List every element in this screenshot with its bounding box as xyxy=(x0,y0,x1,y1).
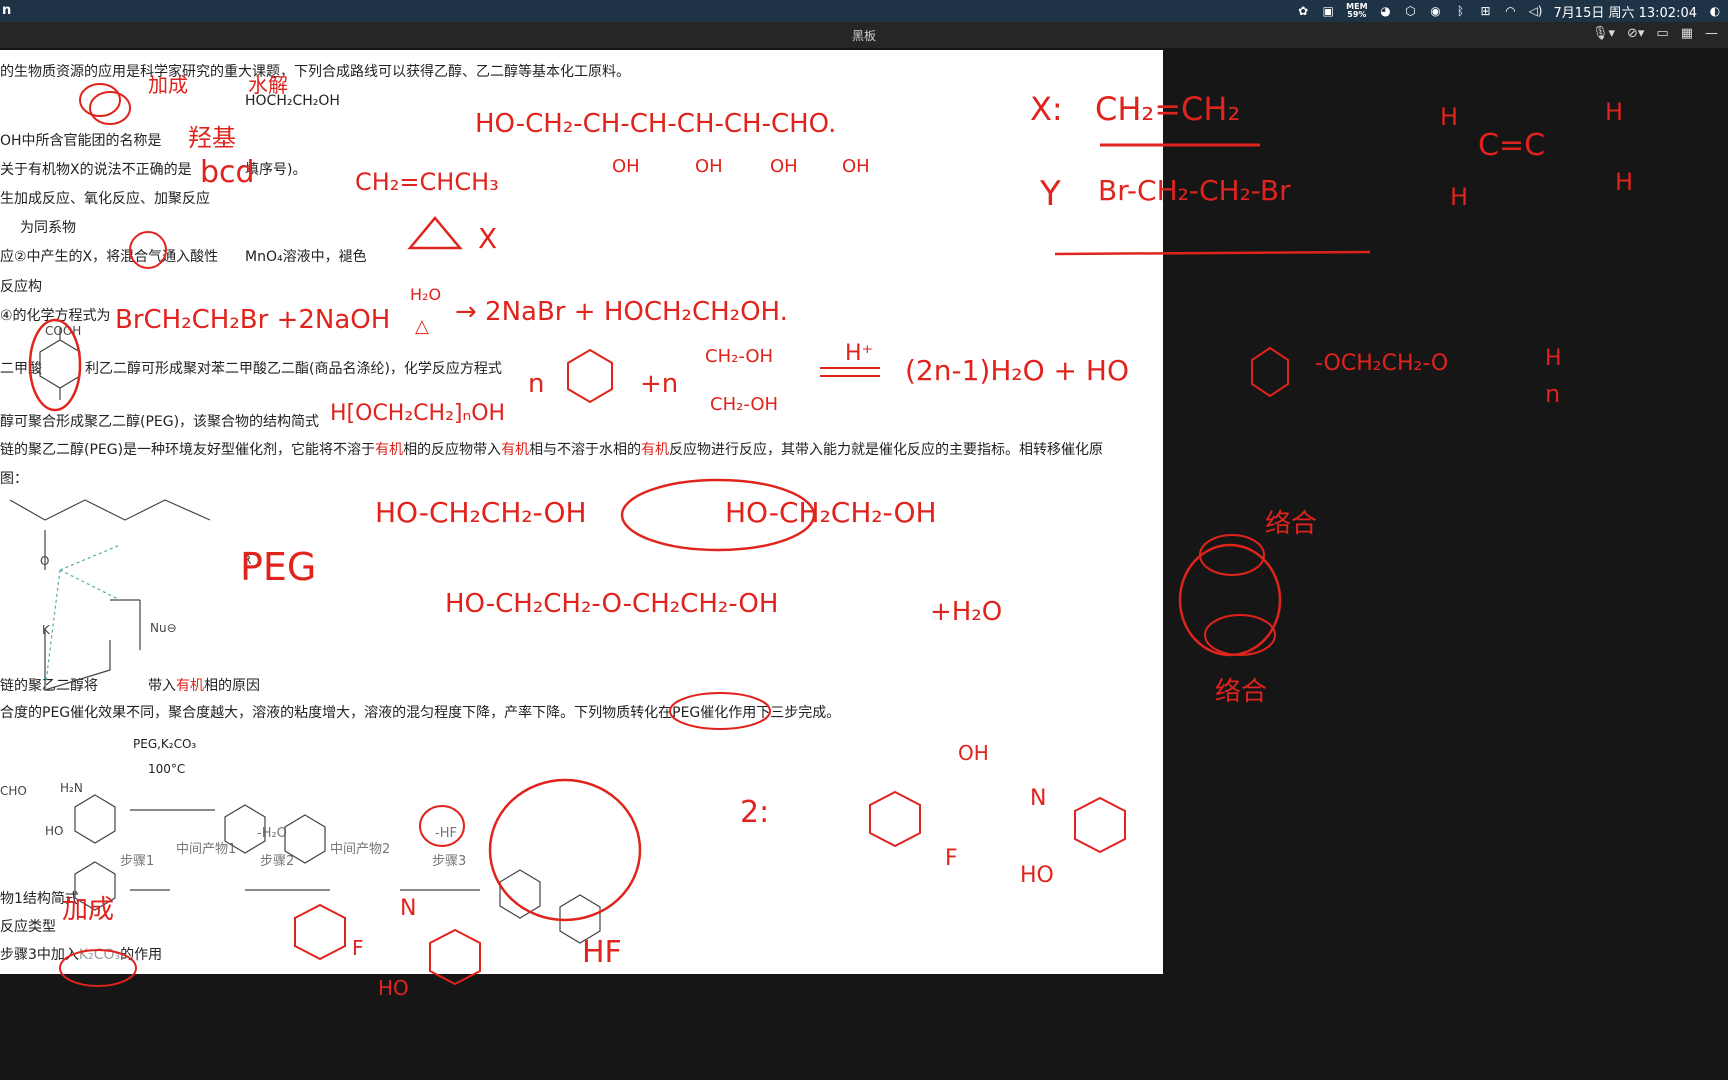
annotation-circle-option xyxy=(129,231,167,269)
annotation-h-end: H xyxy=(1545,346,1562,371)
annotation-n-subscript: n xyxy=(1545,380,1560,408)
annotation-ethylene-structure: C=C xyxy=(1478,128,1545,163)
annotation-water-condition: H₂O xyxy=(410,285,441,304)
annotation-ho-2: HO xyxy=(378,976,409,1000)
annotation-hydroxyl: 羟基 xyxy=(188,124,236,152)
annotation-ethylene: CH₂=CH₂ xyxy=(1095,90,1240,128)
annotation-glycol-2: HO-CH₂CH₂-OH xyxy=(725,496,937,529)
annotation-n-2: N xyxy=(400,896,416,921)
annotation-n-1: N xyxy=(1030,786,1046,811)
annotation-divider xyxy=(1054,250,1371,256)
annotation-benzene-ring xyxy=(567,348,613,404)
annotation-oh-top: OH xyxy=(958,741,989,765)
annotation-addition-type: 加成 xyxy=(62,895,114,925)
annotation-hydrolysis: 水解 xyxy=(248,73,288,97)
annotation-h-br: H xyxy=(1615,168,1633,196)
annotation-plus-water: +H₂O xyxy=(930,597,1002,627)
annotation-two: 2: xyxy=(740,795,769,830)
annotation-peg: PEG xyxy=(240,545,316,589)
annotation-circle-peg xyxy=(669,692,771,730)
annotation-f-2: F xyxy=(352,936,364,960)
annotation-complex-ring xyxy=(1178,543,1282,657)
annotation-oh-2: OH xyxy=(695,156,723,177)
annotation-circle-x xyxy=(89,91,131,125)
annotation-dibromoethane: Br-CH₂-CH₂-Br xyxy=(1098,174,1291,207)
annotation-equation-right: → 2NaBr + HOCH₂CH₂OH. xyxy=(455,297,788,327)
annotation-imine-ring-right xyxy=(429,928,481,986)
annotation-polyester-left: (2n-1)H₂O + HO xyxy=(905,354,1129,387)
annotation-diethylene-glycol: HO-CH₂CH₂-O-CH₂CH₂-OH xyxy=(445,589,778,619)
annotation-ch2oh-2: CH₂-OH xyxy=(710,394,778,415)
annotation-plus-n: +n xyxy=(640,369,678,399)
annotation-peg-formula: H[OCH₂CH₂]ₙOH xyxy=(330,401,505,426)
annotation-ho-1: HO xyxy=(1020,863,1054,888)
annotation-x-label: X: xyxy=(1030,90,1063,128)
annotation-n: n xyxy=(528,369,544,399)
annotation-y-label: Y xyxy=(1039,174,1061,214)
annotation-oh-3: OH xyxy=(770,156,798,177)
annotation-circle-hf xyxy=(419,805,465,847)
annotation-complex-2: 络合 xyxy=(1215,677,1267,707)
annotation-oh-4: OH xyxy=(842,156,870,177)
annotation-complex-bottom xyxy=(1204,614,1276,656)
annotation-acid-catalyst: H⁺ xyxy=(845,341,873,366)
annotation-h-tr: H xyxy=(1605,98,1623,126)
annotation-complex-1: 络合 xyxy=(1265,509,1317,539)
annotation-layer: 加成 水解 羟基 bcd HO-CH₂-CH-CH-CH-CH-CHO. OH … xyxy=(28,73,1633,1000)
annotation-answer-bcd: bcd xyxy=(200,155,255,190)
annotation-ch2oh-1: CH₂-OH xyxy=(705,346,773,367)
annotation-triangle xyxy=(407,216,463,250)
annotation-equation-left: BrCH₂CH₂Br +2NaOH xyxy=(115,305,390,335)
annotation-oh-1: OH xyxy=(612,156,640,177)
annotation-circle-terephthalic xyxy=(28,318,82,412)
annotation-hf: HF xyxy=(582,935,622,970)
annotation-f-1: F xyxy=(945,846,958,871)
annotation-polyester-ring xyxy=(1251,346,1289,398)
annotation-intermediate-ring-left xyxy=(869,790,921,848)
annotation-circle-k2co3 xyxy=(59,949,137,987)
annotation-heat: △ xyxy=(415,316,429,337)
annotation-h-tl: H xyxy=(1440,103,1458,131)
annotation-glucose-chain: HO-CH₂-CH-CH-CH-CH-CHO. xyxy=(475,109,836,139)
annotation-intermediate-ring-right xyxy=(1074,796,1126,854)
annotation-addition: 加成 xyxy=(148,73,188,97)
annotation-h-bl: H xyxy=(1450,183,1468,211)
annotation-imine-ring-left xyxy=(294,903,346,961)
annotation-polyester-right: -OCH₂CH₂-O xyxy=(1315,351,1448,376)
annotation-propene: CH₂=CHCH₃ xyxy=(355,168,499,196)
annotation-complex-top xyxy=(1199,534,1265,576)
annotation-glycol-1: HO-CH₂CH₂-OH xyxy=(375,496,587,529)
annotation-circle-ethanol xyxy=(79,83,121,117)
annotation-product-circle xyxy=(488,778,642,922)
annotation-x-mark: X xyxy=(478,222,497,255)
